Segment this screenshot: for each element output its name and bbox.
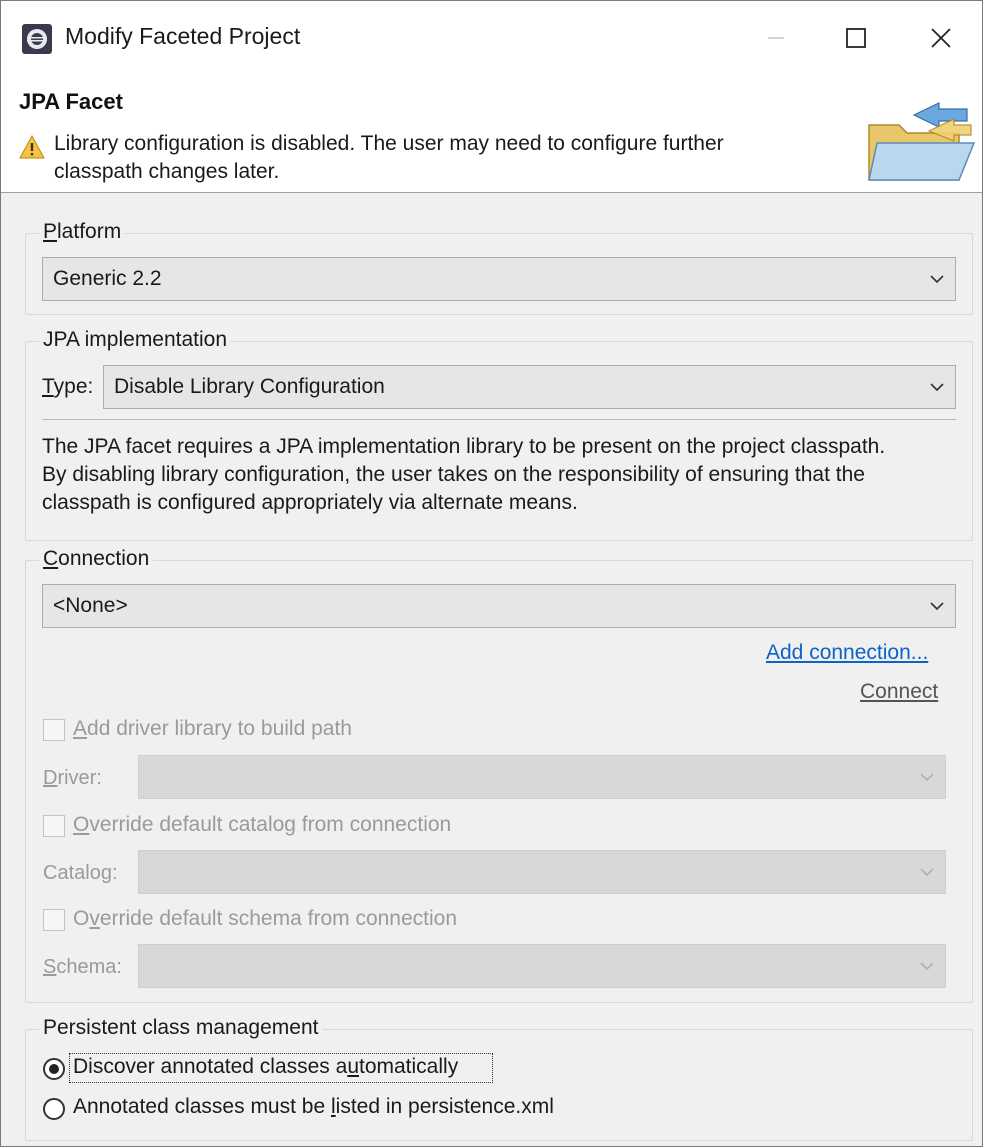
close-icon — [931, 28, 951, 48]
connection-select[interactable]: <None> — [42, 584, 956, 628]
warning-message: Library configuration is disabled. The u… — [54, 132, 724, 183]
chevron-down-icon — [920, 773, 934, 782]
dialog-window: Modify Faceted Project JPA Facet Library… — [0, 0, 983, 1147]
warning-icon — [19, 135, 45, 159]
platform-group-label: Platform — [39, 220, 126, 244]
minimize-button[interactable] — [746, 13, 806, 63]
close-button[interactable] — [911, 13, 971, 63]
chevron-down-icon — [930, 602, 944, 611]
jpa-type-selected-value: Disable Library Configuration — [114, 375, 385, 398]
discover-automatically-radio[interactable] — [43, 1058, 65, 1080]
chevron-down-icon — [920, 868, 934, 877]
schema-select[interactable] — [138, 944, 946, 988]
list-in-persistence-radio[interactable] — [43, 1098, 65, 1120]
override-schema-label: Override default schema from connection — [73, 907, 458, 930]
schema-label: Schema: — [43, 956, 122, 978]
jpa-type-select[interactable]: Disable Library Configuration — [103, 365, 956, 409]
list-in-persistence-label[interactable]: Annotated classes must be listed in pers… — [73, 1095, 554, 1119]
driver-label: Driver: — [43, 767, 102, 789]
wizard-header: JPA Facet Library configuration is disab… — [1, 75, 982, 193]
chevron-down-icon — [930, 275, 944, 284]
page-title: JPA Facet — [19, 89, 123, 114]
persistent-class-group-label: Persistent class management — [39, 1016, 323, 1040]
catalog-label: Catalog: — [43, 862, 118, 884]
folder-wizard-icon — [868, 102, 976, 181]
driver-select[interactable] — [138, 755, 946, 799]
discover-automatically-label[interactable]: Discover annotated classes automatically — [73, 1055, 458, 1079]
chevron-down-icon — [930, 383, 944, 392]
separator — [42, 419, 956, 420]
jpa-implementation-group-label: JPA implementation — [39, 328, 232, 352]
eclipse-app-icon — [22, 24, 52, 54]
maximize-icon — [846, 28, 866, 48]
add-driver-label: Add driver library to build path — [73, 717, 352, 740]
type-label: Type: — [42, 375, 94, 398]
override-catalog-checkbox[interactable] — [43, 815, 65, 837]
minimize-icon — [768, 37, 784, 39]
connection-selected-value: <None> — [53, 594, 128, 617]
catalog-select[interactable] — [138, 850, 946, 894]
connect-link[interactable]: Connect — [860, 680, 938, 704]
title-bar: Modify Faceted Project — [1, 1, 982, 75]
add-connection-link[interactable]: Add connection... — [766, 641, 928, 665]
window-title: Modify Faceted Project — [65, 23, 301, 49]
platform-selected-value: Generic 2.2 — [53, 267, 162, 290]
chevron-down-icon — [920, 962, 934, 971]
jpa-description: The JPA facet requires a JPA implementat… — [42, 435, 886, 514]
persistent-class-group — [25, 1029, 973, 1141]
add-driver-checkbox[interactable] — [43, 719, 65, 741]
override-catalog-label: Override default catalog from connection — [73, 813, 452, 836]
platform-select[interactable]: Generic 2.2 — [42, 257, 956, 301]
maximize-button[interactable] — [826, 13, 886, 63]
override-schema-checkbox[interactable] — [43, 909, 65, 931]
connection-group-label: Connection — [39, 547, 154, 571]
